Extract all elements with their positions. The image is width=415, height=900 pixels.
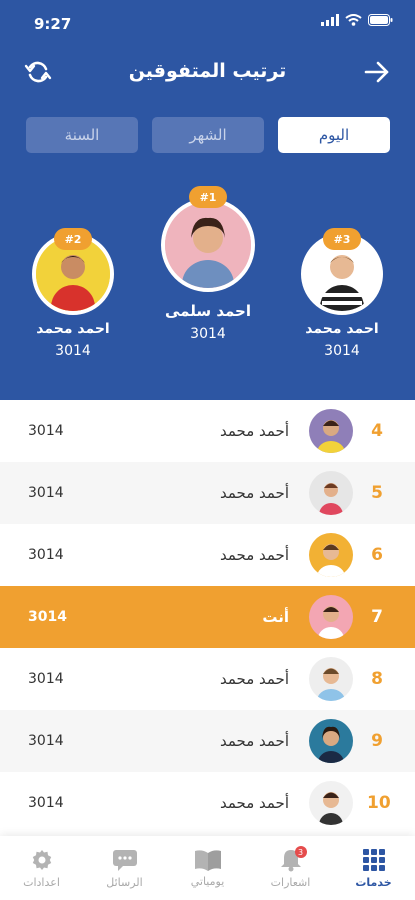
avatar: [309, 595, 353, 639]
avatar: [309, 781, 353, 825]
row-rank: 9: [371, 731, 383, 751]
row-name: أحمد محمد: [219, 794, 289, 812]
podium-score-2: 3014: [55, 343, 91, 359]
book-icon: [194, 849, 221, 871]
avatar: [309, 657, 353, 701]
row-name: أنت: [262, 608, 289, 626]
wifi-icon: [345, 14, 362, 26]
row-score: 3014: [28, 547, 64, 563]
row-name: أحمد محمد: [219, 732, 289, 750]
chat-icon: [112, 849, 137, 871]
row-rank: 6: [371, 545, 383, 565]
child-avatar-image: [165, 202, 251, 288]
row-score: 3014: [28, 609, 67, 625]
nav-messages[interactable]: الرسائل: [83, 836, 166, 900]
status-time: 9:27: [34, 15, 72, 33]
battery-icon: [368, 14, 393, 26]
row-rank: 10: [367, 793, 391, 813]
bottom-nav: اعدادات الرسائل يومياتي 3 اشعارات خدمات: [0, 836, 415, 900]
row-score: 3014: [28, 485, 64, 501]
row-rank: 7: [371, 607, 383, 627]
table-row-current-user[interactable]: 3014 أنت 7: [0, 586, 415, 648]
status-bar: 9:27: [0, 0, 415, 44]
row-name: أحمد محمد: [219, 484, 289, 502]
table-row[interactable]: 3014 أحمد محمد 9: [0, 710, 415, 772]
tab-year[interactable]: السنة: [26, 117, 138, 153]
row-name: أحمد محمد: [219, 670, 289, 688]
page-title: ترتيب المتفوقين: [128, 60, 287, 82]
gear-icon: [32, 849, 51, 870]
header-panel: 9:27 ترتيب المتفوقين السنة الشهر اليوم #…: [0, 0, 415, 400]
avatar: [161, 198, 255, 292]
podium-name-2: احمد محمد: [36, 321, 110, 337]
nav-messages-label: الرسائل: [106, 875, 143, 889]
row-name: أحمد محمد: [219, 546, 289, 564]
signal-icon: [321, 14, 339, 26]
ranking-list: 3014 أحمد محمد 4 3014 أحمد محمد 5 3014 أ…: [0, 400, 415, 834]
row-rank: 8: [371, 669, 383, 689]
top-bar: ترتيب المتفوقين: [0, 52, 415, 92]
avatar: [309, 719, 353, 763]
avatar: [309, 533, 353, 577]
notification-count-badge: 3: [294, 846, 307, 858]
rank-badge-3: #3: [323, 228, 361, 250]
nav-notifications[interactable]: 3 اشعارات: [249, 836, 332, 900]
podium-name-1: احمد سلمى: [164, 302, 251, 320]
nav-diary-label: يومياتي: [190, 874, 225, 888]
podium-second[interactable]: #2 احمد محمد 3014: [28, 228, 118, 359]
rank-badge-2: #2: [54, 228, 92, 250]
row-score: 3014: [28, 733, 64, 749]
period-tabs: السنة الشهر اليوم: [26, 117, 390, 153]
table-row[interactable]: 3014 أحمد محمد 4: [0, 400, 415, 462]
row-score: 3014: [28, 423, 64, 439]
podium-first[interactable]: #1 احمد سلمى 3014: [159, 186, 257, 342]
nav-notifications-label: اشعارات: [270, 875, 311, 889]
tab-month[interactable]: الشهر: [152, 117, 264, 153]
row-rank: 4: [371, 421, 383, 441]
podium-name-3: احمد محمد: [305, 321, 379, 337]
status-icons: [321, 14, 393, 26]
avatar: [309, 409, 353, 453]
row-score: 3014: [28, 671, 64, 687]
nav-settings-label: اعدادات: [23, 875, 60, 889]
row-name: أحمد محمد: [219, 422, 289, 440]
nav-services-label: خدمات: [355, 875, 392, 889]
table-row[interactable]: 3014 أحمد محمد 8: [0, 648, 415, 710]
avatar: [309, 471, 353, 515]
row-score: 3014: [28, 795, 64, 811]
podium-third[interactable]: #3 احمد محمد 3014: [297, 228, 387, 359]
table-row[interactable]: 3014 أحمد محمد 5: [0, 462, 415, 524]
table-row[interactable]: 3014 أحمد محمد 6: [0, 524, 415, 586]
podium-score-3: 3014: [324, 343, 360, 359]
back-arrow-icon[interactable]: [363, 58, 391, 86]
row-rank: 5: [371, 483, 383, 503]
nav-services[interactable]: خدمات: [332, 836, 415, 900]
table-row[interactable]: 3014 أحمد محمد 10: [0, 772, 415, 834]
nav-settings[interactable]: اعدادات: [0, 836, 83, 900]
podium-score-1: 3014: [190, 326, 226, 342]
rank-badge-1: #1: [189, 186, 227, 208]
grid-icon: [362, 848, 385, 871]
nav-diary[interactable]: يومياتي: [166, 836, 249, 900]
tab-today[interactable]: اليوم: [278, 117, 390, 153]
